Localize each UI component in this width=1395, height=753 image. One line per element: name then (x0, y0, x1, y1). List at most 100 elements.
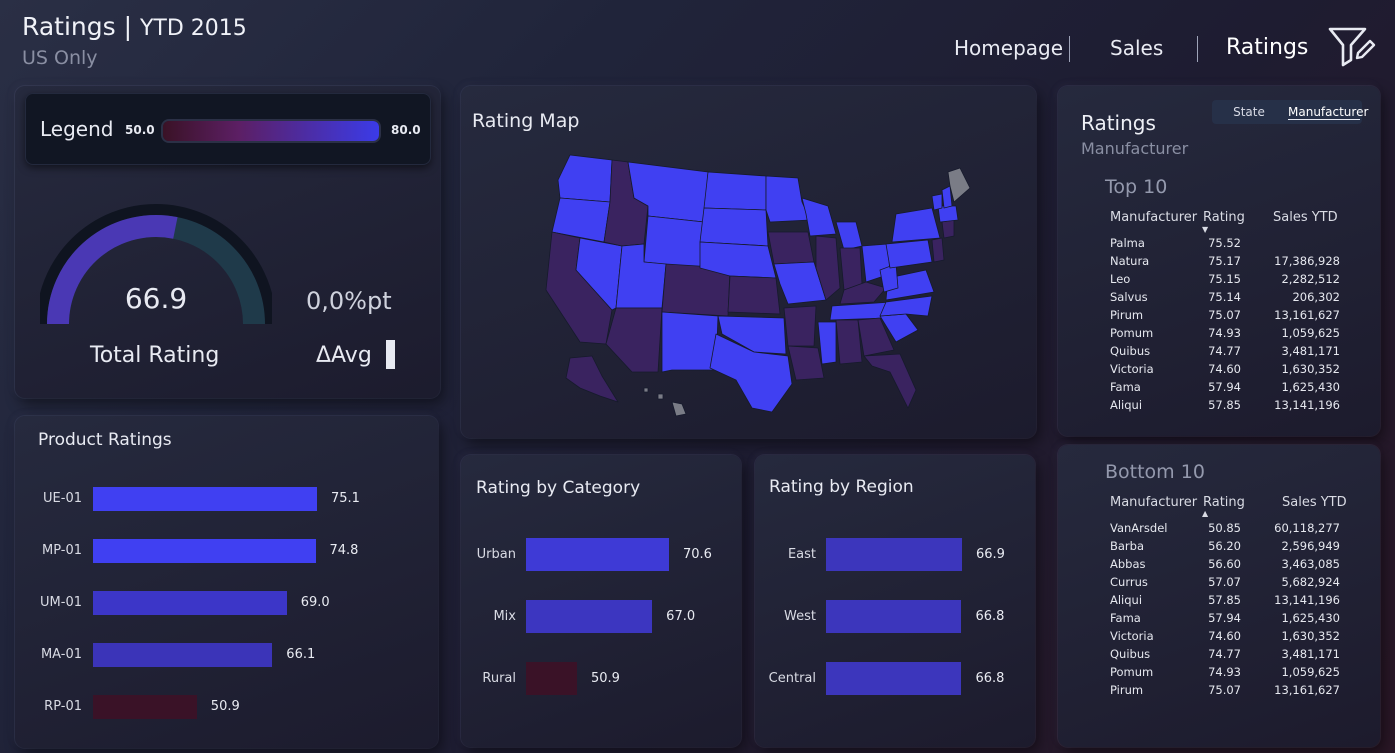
legend-min: 50.0 (125, 123, 155, 137)
bar-value: 69.0 (300, 595, 330, 610)
bar-label: West (784, 609, 816, 624)
bar[interactable] (93, 695, 197, 719)
bar-label: Urban (476, 547, 516, 562)
toggle-manufacturer[interactable]: Manufacturer (1288, 105, 1368, 120)
cell-rating: 57.94 (1208, 611, 1241, 625)
bar[interactable] (526, 538, 669, 571)
cell-rating: 74.60 (1208, 362, 1241, 376)
category-title: Rating by Category (476, 478, 641, 498)
cell-sales: 1,625,430 (1281, 380, 1340, 394)
cell-manufacturer: Aliqui (1110, 398, 1143, 412)
bar-value: 74.8 (329, 543, 359, 558)
cell-rating: 74.77 (1208, 647, 1241, 661)
cell-sales: 2,282,512 (1281, 272, 1340, 286)
cell-sales: 1,625,430 (1281, 611, 1340, 625)
bar-value: 75.1 (331, 491, 360, 506)
cell-manufacturer: Salvus (1110, 290, 1148, 304)
filter-icon[interactable] (1327, 24, 1377, 70)
top10-col-sales[interactable]: Sales YTD (1273, 210, 1338, 225)
cell-manufacturer: Currus (1110, 575, 1148, 589)
cell-sales: 1,059,625 (1281, 326, 1340, 340)
bar[interactable] (526, 600, 653, 633)
cell-rating: 75.07 (1208, 308, 1241, 322)
cell-rating: 57.07 (1208, 575, 1241, 589)
bottom10-col-manufacturer[interactable]: Manufacturer (1110, 495, 1197, 510)
cell-sales: 3,481,171 (1281, 344, 1340, 358)
nav-homepage[interactable]: Homepage (954, 36, 1063, 60)
state-indiana (839, 247, 863, 291)
toggle-state[interactable]: State (1218, 105, 1280, 119)
sort-desc-icon: ▼ (1202, 225, 1209, 234)
cell-sales: 3,463,085 (1281, 557, 1340, 571)
cell-sales: 1,630,352 (1281, 362, 1340, 376)
cell-sales: 13,161,627 (1274, 683, 1340, 697)
state-alaska (565, 355, 619, 403)
state-iowa (767, 231, 815, 265)
bar-value: 50.9 (590, 671, 620, 686)
bottom10-col-rating[interactable]: Rating (1203, 495, 1245, 510)
legend-max: 80.0 (391, 123, 421, 137)
state-pennsylvania (885, 239, 933, 269)
state-alabama (835, 319, 863, 365)
bottom10-title: Bottom 10 (1105, 461, 1205, 483)
bar-value: 66.8 (975, 671, 1005, 686)
state-louisiana (787, 345, 825, 381)
bar-label: RP-01 (44, 699, 82, 714)
bar[interactable] (826, 662, 962, 695)
cell-manufacturer: Barba (1110, 539, 1145, 553)
region-title: Rating by Region (769, 477, 914, 497)
bar[interactable] (826, 538, 962, 571)
cell-rating: 75.52 (1208, 236, 1241, 250)
cell-rating: 75.17 (1208, 254, 1241, 268)
state-hawaii-island (657, 393, 664, 400)
us-map[interactable] (540, 150, 980, 420)
bar[interactable] (93, 487, 317, 511)
cell-sales: 5,682,924 (1281, 575, 1340, 589)
bar[interactable] (93, 643, 273, 667)
bar-label: UE-01 (43, 491, 82, 506)
cell-sales: 13,141,196 (1274, 398, 1340, 412)
cell-manufacturer: Aliqui (1110, 593, 1143, 607)
state-new-mexico (661, 311, 719, 373)
bar-value: 70.6 (683, 547, 712, 562)
state-wyoming (643, 215, 705, 269)
bar[interactable] (93, 591, 287, 615)
bottom10-col-sales[interactable]: Sales YTD (1282, 495, 1347, 510)
state-kansas (727, 275, 781, 315)
top10-col-rating[interactable]: Rating (1203, 210, 1245, 225)
legend-gradient (163, 121, 379, 141)
ratings-panel-subtitle: Manufacturer (1081, 139, 1189, 158)
cell-rating: 75.15 (1208, 272, 1241, 286)
cell-rating: 57.94 (1208, 380, 1241, 394)
cell-manufacturer: Pirum (1110, 683, 1144, 697)
nav-sales[interactable]: Sales (1110, 36, 1163, 60)
cell-sales: 2,596,949 (1281, 539, 1340, 553)
cell-manufacturer: Quibus (1110, 647, 1151, 661)
cell-sales: 17,386,928 (1274, 254, 1340, 268)
bar[interactable] (826, 600, 962, 633)
cell-manufacturer: Leo (1110, 272, 1131, 286)
bar-value: 66.9 (976, 547, 1005, 562)
state-mississippi (817, 321, 837, 365)
bar-label: MP-01 (41, 543, 82, 558)
state-vermont (931, 193, 943, 211)
cell-rating: 74.93 (1208, 326, 1241, 340)
nav-ratings[interactable]: Ratings (1226, 35, 1308, 60)
state-north-dakota (703, 171, 767, 211)
cell-sales: 206,302 (1292, 290, 1340, 304)
bar[interactable] (93, 539, 316, 563)
bar[interactable] (526, 662, 577, 695)
top10-col-manufacturer[interactable]: Manufacturer (1110, 210, 1197, 225)
bar-label: UM-01 (40, 595, 82, 610)
ratings-toggle: State Manufacturer (1212, 100, 1368, 124)
cell-rating: 56.60 (1208, 557, 1241, 571)
cell-manufacturer: Victoria (1110, 629, 1154, 643)
cell-sales: 1,630,352 (1281, 629, 1340, 643)
cell-sales: 1,059,625 (1281, 665, 1340, 679)
cell-rating: 50.85 (1208, 521, 1241, 535)
cell-manufacturer: Pomum (1110, 326, 1154, 340)
state-michigan (835, 221, 863, 251)
title-period: YTD 2015 (139, 16, 247, 41)
legend-box: Legend 50.0 80.0 (25, 93, 431, 165)
legend-title: Legend (40, 117, 114, 141)
